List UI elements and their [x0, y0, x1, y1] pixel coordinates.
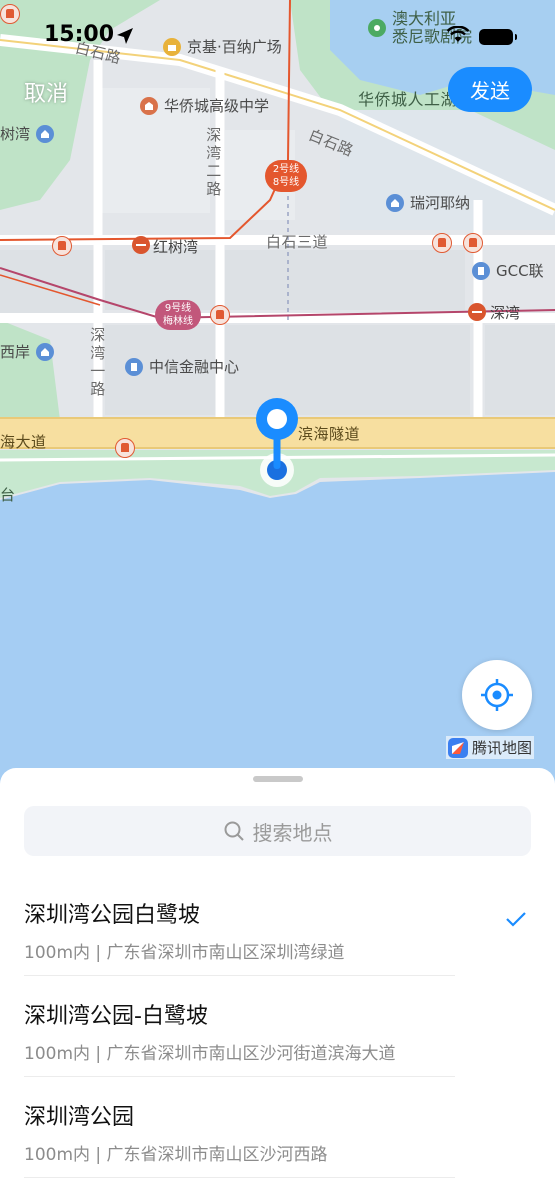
battery-icon — [479, 29, 517, 45]
road-label-shenwan-1: 深湾一路 — [90, 326, 106, 398]
road-label-baishi-3: 白石三道 — [266, 233, 329, 251]
checkmark-icon — [506, 912, 526, 927]
place-address: 100m内 | 广东省深圳市南山区沙河街道滨海大道 — [24, 1044, 396, 1064]
road-label-binhai-avenue: 海大道 — [0, 433, 47, 451]
road-label-binhai-tunnel: 滨海隧道 — [298, 425, 361, 443]
poi-gcc[interactable]: GCC联 — [472, 260, 544, 281]
search-icon — [224, 821, 244, 841]
construction-icon — [210, 305, 230, 325]
place-address: 100m内 | 广东省深圳市南山区沙河西路 — [24, 1145, 328, 1165]
crosshair-icon — [481, 679, 513, 711]
school-icon — [140, 96, 158, 115]
poi-huaqiao-lake-label: 华侨城人工湖 — [358, 90, 458, 109]
list-item[interactable]: 深圳湾公园白鹭坡 100m内 | 广东省深圳市南山区深圳湾绿道 — [24, 875, 455, 976]
location-arrow-icon — [117, 28, 133, 44]
bottom-sheet: 搜索地点 深圳湾公园白鹭坡 100m内 | 广东省深圳市南山区深圳湾绿道 深圳湾… — [0, 768, 555, 1200]
search-placeholder: 搜索地点 — [252, 820, 333, 845]
construction-icon — [432, 233, 452, 253]
place-address: 100m内 | 广东省深圳市南山区深圳湾绿道 — [24, 943, 345, 963]
construction-icon — [463, 233, 483, 253]
poi-ruihe[interactable]: 瑞河耶纳 — [386, 192, 470, 213]
list-item[interactable]: 深圳湾公园-白鹭坡 100m内 | 广东省深圳市南山区沙河街道滨海大道 — [24, 976, 455, 1077]
search-input[interactable]: 搜索地点 — [24, 806, 531, 856]
home-icon — [36, 342, 55, 361]
map-provider-logo: 腾讯地图 — [446, 736, 535, 759]
construction-icon — [0, 4, 20, 24]
home-icon — [386, 193, 404, 212]
metro-station-hongshuwan[interactable]: 红树湾 — [153, 236, 198, 257]
metro-station-icon[interactable] — [468, 303, 486, 321]
place-name: 深圳湾公园-白鹭坡 — [24, 1004, 208, 1029]
poi-xian[interactable]: 西岸 — [0, 341, 55, 362]
poi-shuwan[interactable]: 树湾 — [0, 123, 55, 144]
list-item[interactable]: 深圳湾公园 100m内 | 广东省深圳市南山区沙河西路 — [24, 1077, 455, 1178]
home-icon — [36, 124, 55, 143]
construction-icon — [52, 236, 72, 256]
send-button[interactable]: 发送 — [448, 67, 532, 112]
map-view[interactable]: 白石路 京基·百纳广场 澳大利亚 悉尼歌剧院 华侨城高级中学 华侨城人工湖 白石… — [0, 0, 555, 800]
drag-handle[interactable] — [253, 776, 303, 782]
metro-badge-line-2-8[interactable]: 2号线 8号线 — [265, 160, 307, 192]
my-location-button[interactable] — [462, 660, 532, 730]
building-icon — [125, 357, 143, 376]
metro-station-shenwan[interactable]: 深湾 — [490, 302, 520, 323]
wifi-icon — [446, 26, 470, 42]
place-name: 深圳湾公园白鹭坡 — [24, 903, 201, 928]
building-icon — [472, 261, 490, 280]
construction-icon — [115, 438, 135, 458]
metro-station-icon[interactable] — [132, 236, 150, 254]
tencent-map-logo-icon — [448, 737, 468, 758]
poi-huaqiao-school[interactable]: 华侨城高级中学 — [140, 95, 269, 116]
map-label-tai: 台 — [0, 486, 16, 504]
poi-citic-finance-center[interactable]: 中信金融中心 — [125, 356, 239, 377]
status-bar: 15:00 — [0, 22, 555, 52]
location-pin-icon[interactable] — [254, 397, 300, 493]
metro-badge-line-9[interactable]: 9号线 梅林线 — [155, 300, 201, 330]
road-label-shenwan-2: 深湾二路 — [206, 126, 222, 198]
place-name: 深圳湾公园 — [24, 1105, 135, 1130]
status-time: 15:00 — [44, 22, 115, 47]
cancel-button[interactable]: 取消 — [24, 76, 68, 108]
